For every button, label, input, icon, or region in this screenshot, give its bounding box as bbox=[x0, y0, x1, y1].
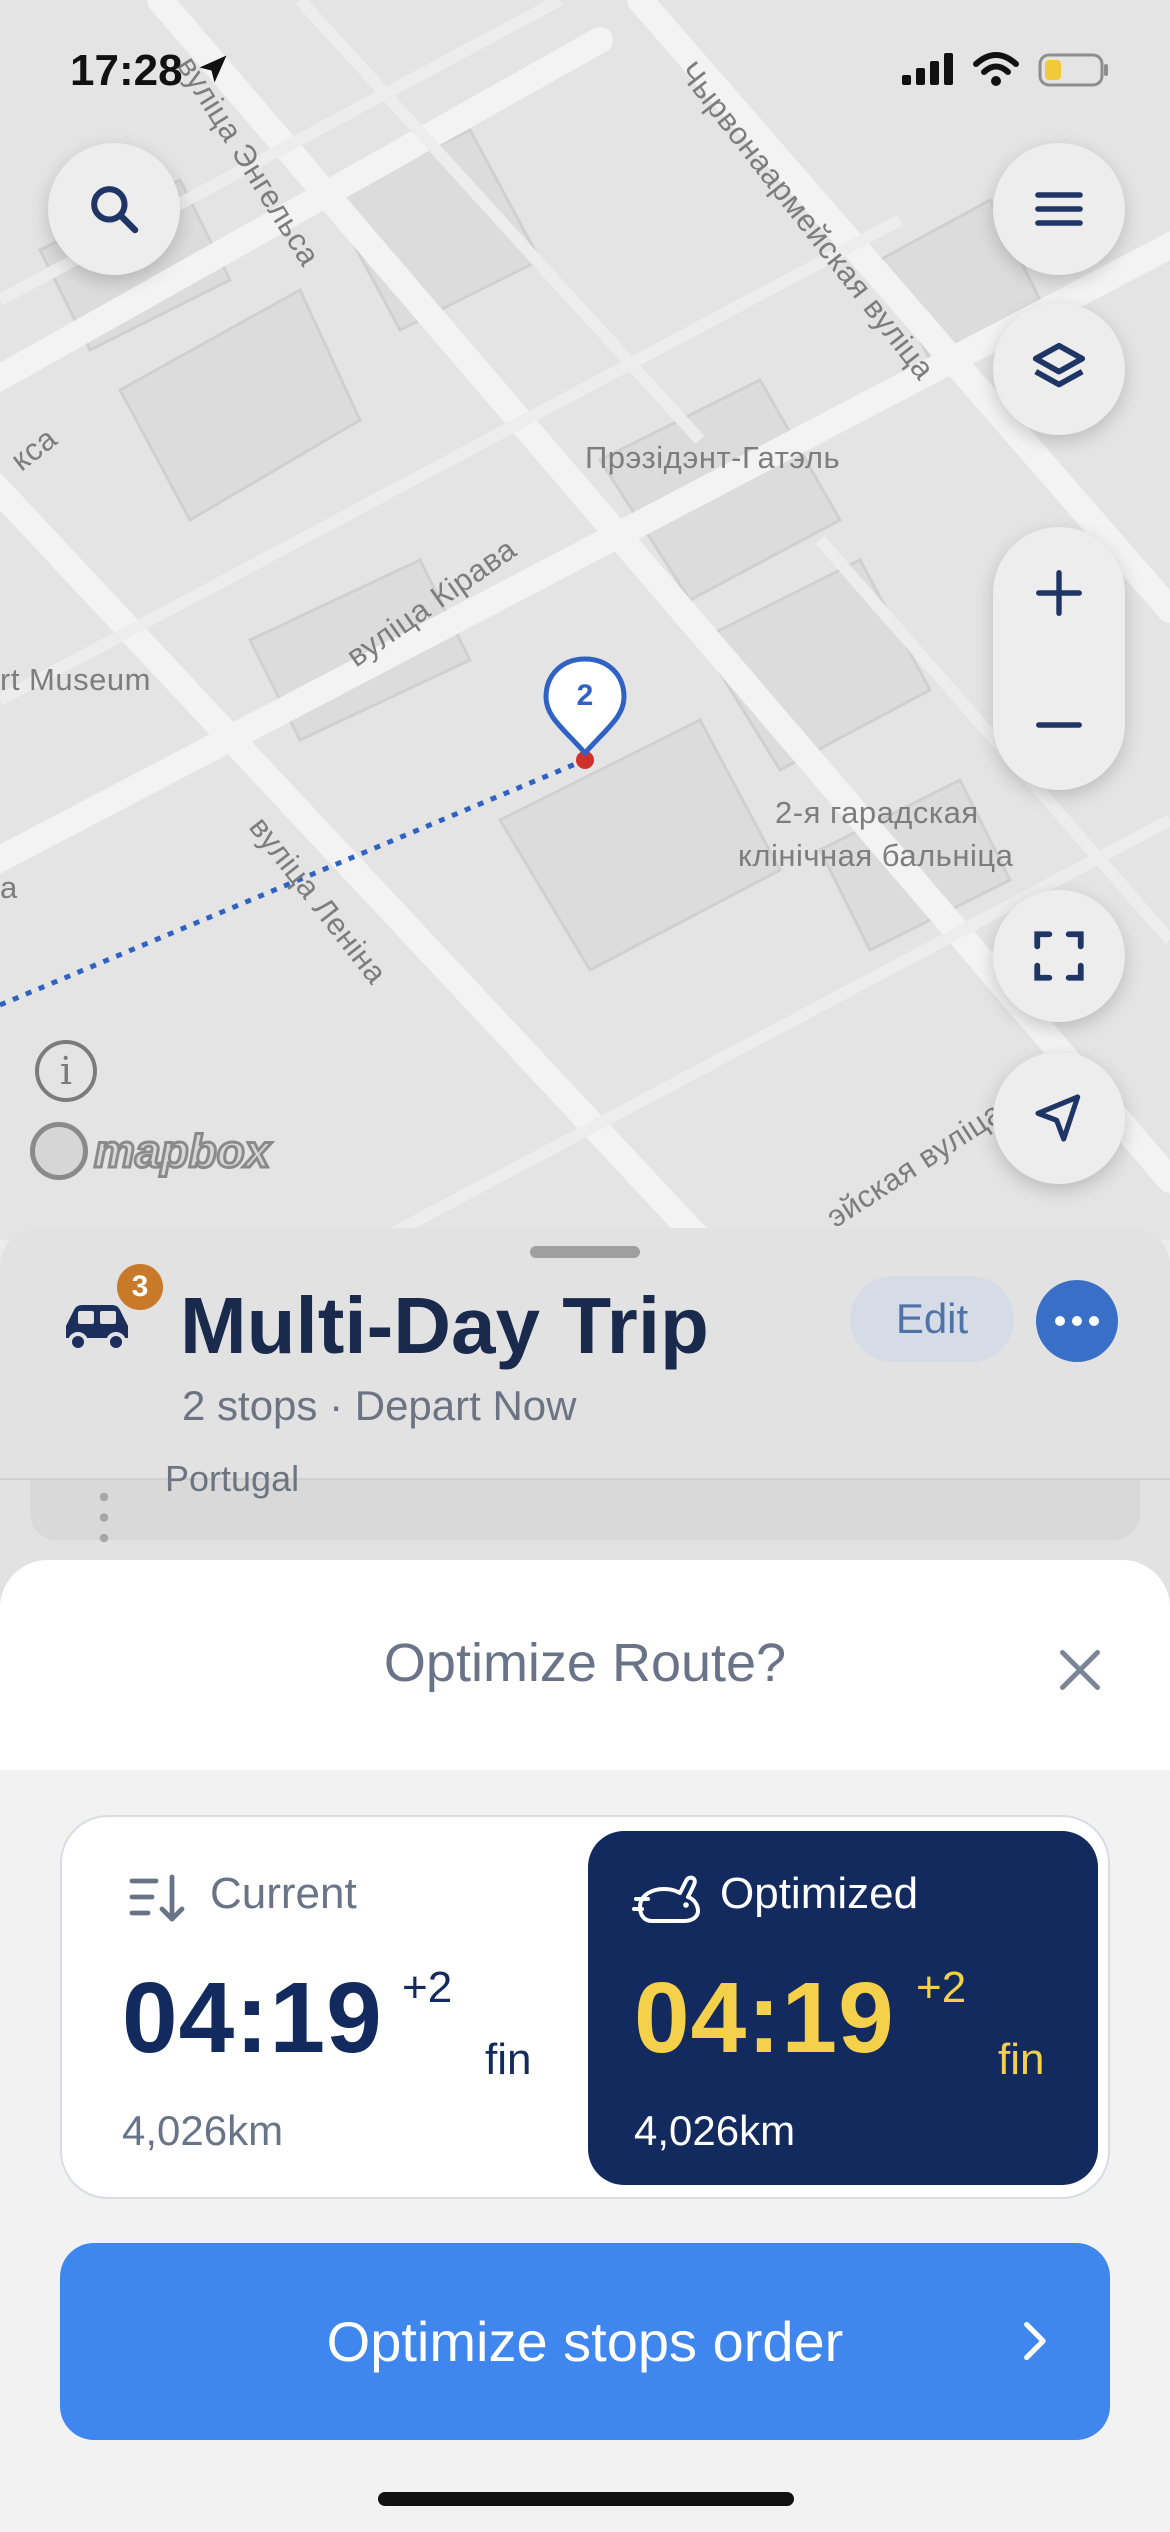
locate-icon bbox=[1035, 1094, 1081, 1142]
zoom-control bbox=[993, 527, 1125, 790]
current-distance: 4,026km bbox=[122, 2107, 284, 2154]
optimized-time: 04:19 bbox=[634, 1962, 895, 2074]
close-button[interactable] bbox=[1050, 1640, 1110, 1700]
optimized-distance: 4,026km bbox=[634, 2107, 796, 2154]
fit-bounds-icon bbox=[1034, 931, 1084, 981]
fit-bounds-button[interactable] bbox=[993, 890, 1125, 1022]
current-days-offset: +2 bbox=[402, 1963, 453, 2012]
zoom-in-button[interactable] bbox=[993, 527, 1125, 658]
current-time: 04:19 bbox=[122, 1962, 383, 2074]
more-button[interactable] bbox=[1036, 1280, 1118, 1362]
signal-icon bbox=[902, 53, 953, 85]
current-label: Current bbox=[210, 1869, 357, 1918]
location-arrow-icon bbox=[199, 55, 227, 83]
menu-icon bbox=[1035, 192, 1083, 226]
optimize-stops-button[interactable]: Optimize stops order bbox=[60, 2243, 1110, 2440]
stop-marker[interactable]: 2 bbox=[540, 655, 630, 765]
zoom-out-icon bbox=[1036, 721, 1082, 728]
close-icon bbox=[1060, 1650, 1100, 1690]
zoom-in-icon bbox=[1036, 569, 1082, 616]
info-icon[interactable]: i bbox=[35, 1040, 97, 1102]
rabbit-icon bbox=[632, 1875, 700, 1923]
optimized-days-offset: +2 bbox=[916, 1963, 967, 2012]
stop-number: 2 bbox=[576, 679, 594, 712]
zoom-out-button[interactable] bbox=[993, 659, 1125, 790]
current-option[interactable]: Current 04:19 +2 fin 4,026km bbox=[62, 1817, 582, 2197]
mapbox-logo: mapbox bbox=[30, 1122, 272, 1180]
status-bar: 17:28 bbox=[0, 0, 1170, 140]
home-indicator bbox=[378, 2492, 794, 2506]
poi-label: 2-я гарадская bbox=[775, 795, 979, 830]
trip-subtitle: 2 stops · Depart Now bbox=[182, 1382, 577, 1429]
optimize-button-label: Optimize stops order bbox=[326, 2310, 844, 2373]
stop-connector bbox=[99, 1492, 109, 1543]
sheet-title: Optimize Route? bbox=[383, 1633, 787, 1693]
optimized-option[interactable]: Optimized 04:19 +2 fin 4,026km bbox=[588, 1831, 1098, 2185]
current-suffix: fin bbox=[485, 2035, 532, 2084]
optimize-sheet: Optimize Route? Current 04:19 +2 fin 4,0… bbox=[0, 1560, 1170, 2532]
drag-handle[interactable] bbox=[530, 1246, 640, 1258]
sheet-header: Optimize Route? bbox=[0, 1560, 1170, 1770]
more-icon bbox=[1055, 1316, 1099, 1326]
search-button[interactable] bbox=[48, 143, 180, 275]
street-label: a bbox=[0, 870, 18, 905]
battery-icon bbox=[1038, 53, 1108, 87]
mapbox-wordmark: mapbox bbox=[92, 1124, 271, 1179]
optimized-label: Optimized bbox=[720, 1869, 919, 1918]
edit-button[interactable]: Edit bbox=[850, 1276, 1014, 1362]
menu-button[interactable] bbox=[993, 143, 1125, 275]
status-icons bbox=[902, 52, 1110, 88]
locate-button[interactable] bbox=[993, 1052, 1125, 1184]
status-time: 17:28 bbox=[70, 46, 231, 96]
map-view[interactable]: вуліца Энгельса Чырвонаармейская вуліца … bbox=[0, 0, 1170, 1240]
wifi-icon bbox=[973, 52, 1019, 86]
poi-label: клінічная бальніца bbox=[738, 838, 1014, 873]
stop-preview-label: Portugal bbox=[165, 1458, 300, 1499]
search-icon bbox=[91, 186, 139, 234]
optimized-suffix: fin bbox=[998, 2035, 1045, 2084]
poi-label: rt Museum bbox=[0, 662, 151, 697]
layers-icon bbox=[1032, 342, 1086, 388]
sort-icon bbox=[129, 1874, 185, 1922]
layers-button[interactable] bbox=[993, 303, 1125, 435]
mapbox-mark-icon bbox=[30, 1122, 88, 1180]
trip-count-badge: 3 bbox=[113, 1260, 167, 1314]
trip-title: Multi-Day Trip bbox=[180, 1281, 709, 1370]
route-comparison: Current 04:19 +2 fin 4,026km Optimized 0… bbox=[60, 1815, 1110, 2199]
hotel-label: Прэзідэнт-Гатэль bbox=[585, 440, 841, 475]
chevron-right-icon bbox=[1024, 2321, 1046, 2361]
